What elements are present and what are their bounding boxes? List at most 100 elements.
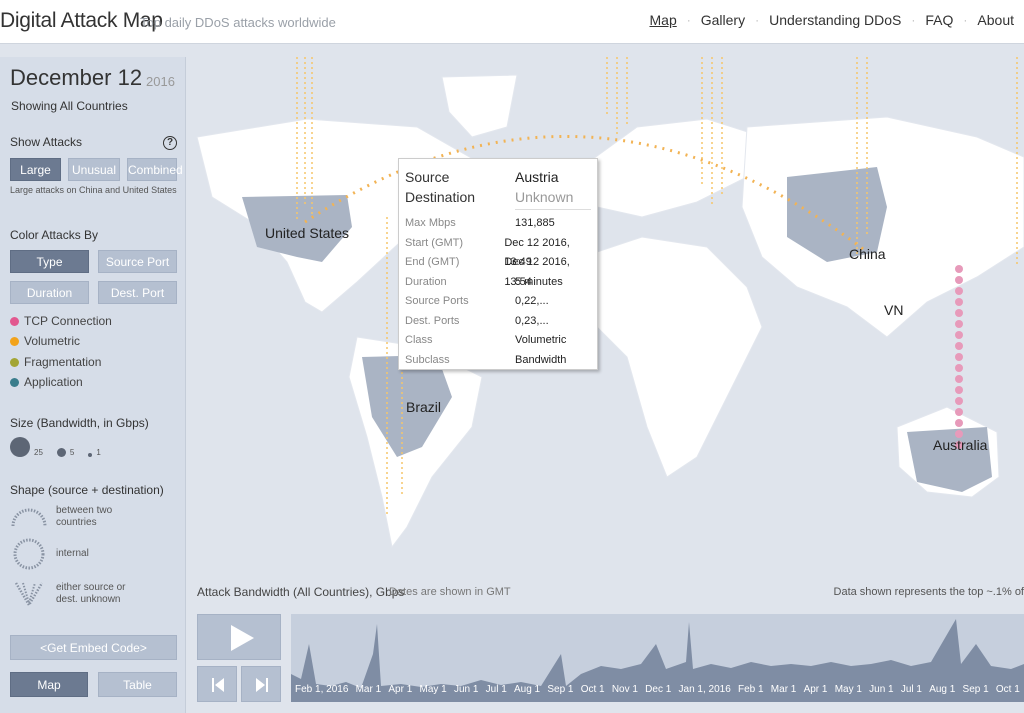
tooltip-row: Duration 5 minutes bbox=[405, 273, 591, 293]
tooltip-row: End (GMT) Dec 12 2016, 13:54 bbox=[405, 253, 591, 288]
legend-dot bbox=[10, 357, 19, 367]
tooltip-destination: Unknown bbox=[515, 189, 574, 205]
nav-understanding-ddos[interactable]: Understanding DDoS bbox=[759, 12, 911, 28]
size-value: 5 bbox=[69, 448, 75, 457]
month-tick: Oct 1 bbox=[580, 684, 605, 695]
month-tick: Jun 1 bbox=[869, 684, 894, 695]
tooltip-value: 5 minutes bbox=[515, 275, 563, 288]
tooltip-destination-row: Destination Unknown bbox=[405, 187, 591, 207]
size-label: Size (Bandwidth, in Gbps) bbox=[10, 416, 149, 430]
play-button[interactable] bbox=[197, 614, 281, 660]
map-view-button[interactable]: Map bbox=[10, 672, 88, 697]
month-tick: Oct 1 bbox=[995, 684, 1020, 695]
tooltip-key: Max Mbps bbox=[405, 217, 456, 229]
legend-volumetric: Volumetric bbox=[10, 334, 80, 348]
tooltip-key: Dest. Ports bbox=[405, 314, 460, 327]
skip-back-icon bbox=[212, 678, 224, 692]
legend-label: Application bbox=[24, 375, 83, 389]
large-attacks-note: Large attacks on China and United States bbox=[10, 185, 177, 195]
tooltip-key: End (GMT) bbox=[405, 256, 460, 268]
world-map[interactable]: United States China VN Brazil Australia bbox=[187, 57, 1024, 577]
tooltip-key: Source bbox=[405, 169, 450, 185]
size-circle-large bbox=[10, 437, 30, 457]
shape-label-text: internal bbox=[56, 548, 89, 559]
brand-title[interactable]: Digital Attack Map bbox=[0, 9, 163, 33]
showing-countries: Showing All Countries bbox=[11, 99, 128, 113]
legend-dot bbox=[10, 336, 19, 346]
table-view-button[interactable]: Table bbox=[98, 672, 177, 697]
large-button[interactable]: Large bbox=[10, 158, 61, 181]
nav-gallery[interactable]: Gallery bbox=[691, 12, 755, 28]
unusual-button[interactable]: Unusual bbox=[68, 158, 120, 181]
arc-shape-icon bbox=[11, 508, 47, 527]
legend-dot bbox=[10, 316, 19, 326]
tooltip-source-row: Source Austria bbox=[405, 167, 591, 187]
shape-internal: internal bbox=[10, 537, 146, 571]
tooltip-row: Class Volumetric bbox=[405, 331, 591, 351]
nav-about[interactable]: About bbox=[967, 12, 1024, 28]
tooltip-key: Source Ports bbox=[405, 295, 469, 307]
next-day-button[interactable] bbox=[241, 666, 281, 702]
label-vn[interactable]: VN bbox=[884, 302, 903, 318]
previous-day-button[interactable] bbox=[197, 666, 237, 702]
tooltip-divider bbox=[515, 209, 591, 210]
tooltip-value: Volumetric bbox=[515, 334, 567, 346]
tooltip-value: Bandwidth bbox=[515, 353, 567, 366]
tooltip-value: 0,22,... bbox=[515, 295, 549, 307]
shape-label-text: between two countries bbox=[56, 505, 113, 528]
funnel-shape-icon bbox=[14, 582, 44, 608]
month-tick: Feb 1 bbox=[738, 684, 764, 695]
size-circle-small bbox=[88, 453, 93, 457]
shape-between-countries: between two countries bbox=[10, 505, 146, 529]
label-china[interactable]: China bbox=[849, 246, 886, 262]
tooltip-row: Source Ports 0,22,... bbox=[405, 292, 591, 312]
help-icon[interactable]: ? bbox=[163, 136, 177, 150]
header: Digital Attack Map Top daily DDoS attack… bbox=[0, 0, 1024, 44]
get-embed-code-button[interactable]: <Get Embed Code> bbox=[10, 635, 177, 660]
size-value: 1 bbox=[96, 448, 101, 457]
month-tick: Jun 1 bbox=[453, 684, 479, 695]
legend-label: Fragmentation bbox=[24, 355, 102, 369]
month-tick: Nov 1 bbox=[611, 684, 638, 695]
main-nav: Map · Gallery · Understanding DDoS · FAQ… bbox=[640, 12, 1024, 28]
month-tick: Aug 1 bbox=[513, 684, 541, 695]
tooltip-row: Dest. Ports 0,23,... bbox=[405, 312, 591, 332]
month-tick: Jul 1 bbox=[900, 684, 922, 695]
legend-fragmentation: Fragmentation bbox=[10, 355, 101, 369]
tooltip-row: Start (GMT) Dec 12 2016, 13:49 bbox=[405, 234, 591, 269]
tooltip-value: 131,885 bbox=[515, 217, 555, 229]
skip-forward-icon bbox=[256, 678, 268, 692]
legend-label: TCP Connection bbox=[24, 314, 112, 328]
legend-tcp-connection: TCP Connection bbox=[10, 314, 112, 328]
legend-application: Application bbox=[10, 375, 83, 389]
month-tick: Dec 1 bbox=[645, 684, 672, 695]
label-brazil[interactable]: Brazil bbox=[406, 399, 441, 415]
shape-label-text: either source or dest. unknown bbox=[56, 582, 126, 605]
bandwidth-timeline-chart[interactable]: Feb 1, 2016 Mar 1 Apr 1 May 1 Jun 1 Jul … bbox=[291, 614, 1024, 702]
timeline-panel: Attack Bandwidth (All Countries), Gbps D… bbox=[187, 577, 1024, 713]
tooltip-key: Subclass bbox=[405, 353, 450, 366]
nav-map[interactable]: Map bbox=[640, 12, 687, 28]
date-year[interactable]: 2016 bbox=[146, 74, 175, 89]
color-source-port-button[interactable]: Source Port bbox=[98, 250, 177, 273]
color-duration-button[interactable]: Duration bbox=[10, 281, 89, 304]
tooltip-row: Max Mbps 131,885 bbox=[405, 214, 591, 234]
tooltip-row: Subclass Bandwidth bbox=[405, 351, 591, 371]
label-united-states[interactable]: United States bbox=[265, 225, 349, 241]
color-dest-port-button[interactable]: Dest. Port bbox=[98, 281, 177, 304]
play-icon bbox=[231, 625, 254, 651]
timeline-month-axis: Feb 1, 2016 Mar 1 Apr 1 May 1 Jun 1 Jul … bbox=[291, 684, 1024, 702]
combined-button[interactable]: Combined bbox=[127, 158, 183, 181]
nav-faq[interactable]: FAQ bbox=[915, 12, 963, 28]
month-tick: Sep 1 bbox=[962, 684, 989, 695]
label-australia[interactable]: Australia bbox=[933, 437, 987, 453]
month-tick: Apr 1 bbox=[388, 684, 413, 695]
color-attacks-label: Color Attacks By bbox=[10, 228, 99, 242]
month-tick: Mar 1 bbox=[355, 684, 382, 695]
shape-unknown: either source or dest. unknown bbox=[10, 579, 146, 609]
color-type-button[interactable]: Type bbox=[10, 250, 89, 273]
date-title[interactable]: December 12 bbox=[10, 65, 142, 91]
tooltip-key: Duration bbox=[405, 275, 447, 288]
timeline-note: Dates are shown in GMT bbox=[389, 586, 511, 598]
month-tick: Mar 1 bbox=[770, 684, 797, 695]
